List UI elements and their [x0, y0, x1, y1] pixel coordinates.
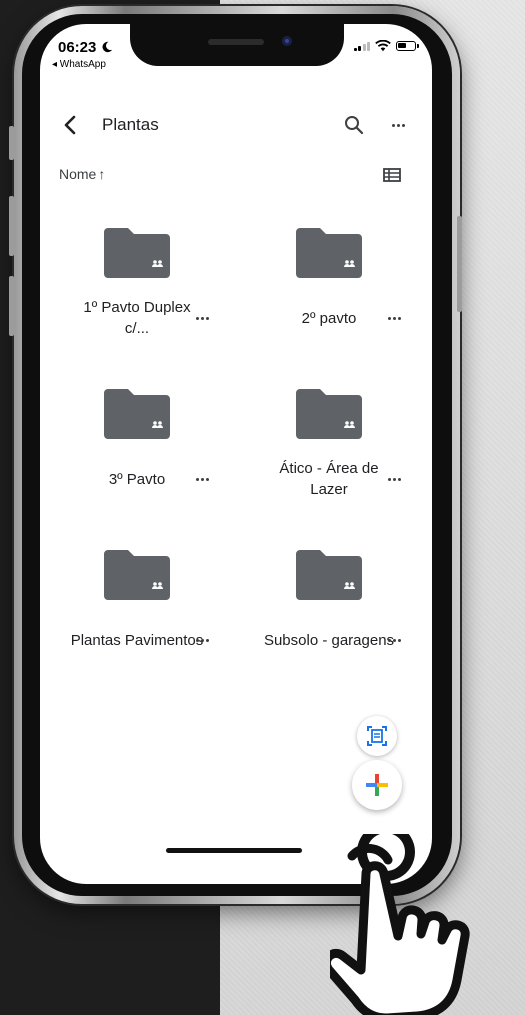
folder-name: 1º Pavto Duplex c/...: [83, 299, 191, 337]
list-view-icon: [383, 168, 401, 182]
folder-more-button[interactable]: [382, 467, 406, 491]
wifi-icon: [375, 40, 391, 52]
sort-by-name-button[interactable]: Nome ↑: [59, 166, 105, 182]
signal-icon: [353, 41, 370, 51]
new-item-button[interactable]: [352, 760, 402, 810]
chevron-left-icon: [64, 115, 76, 135]
sort-bar: Nome ↑: [40, 162, 432, 188]
shared-folder-icon: [296, 228, 362, 278]
back-to-app-link[interactable]: ◂ WhatsApp: [52, 59, 106, 70]
shared-folder-icon: [296, 550, 362, 600]
folder-item[interactable]: Subsolo - garagens: [232, 536, 428, 698]
tap-hand-icon: [330, 834, 470, 1015]
more-options-button[interactable]: [386, 113, 410, 137]
status-indicators: [353, 40, 419, 52]
plus-icon: [366, 774, 388, 796]
shared-folder-icon: [104, 228, 170, 278]
scan-document-button[interactable]: [357, 716, 397, 756]
shared-folder-icon: [296, 389, 362, 439]
search-icon: [345, 116, 364, 135]
speaker-grille: [208, 39, 264, 45]
more-icon-dot: [401, 123, 405, 127]
notch: [130, 24, 344, 66]
folder-item[interactable]: 1º Pavto Duplex c/...: [40, 214, 236, 376]
folder-more-button[interactable]: [382, 306, 406, 330]
folder-more-button[interactable]: [190, 628, 214, 652]
home-indicator[interactable]: [166, 848, 302, 853]
search-button[interactable]: [342, 113, 366, 137]
folder-item[interactable]: Ático - Área de Lazer: [232, 375, 428, 537]
phone-side-button-volume-down: [9, 276, 14, 336]
phone-side-button-silent: [9, 126, 14, 160]
battery-icon: [396, 41, 419, 51]
phone-side-button-power: [457, 216, 462, 312]
front-camera: [282, 36, 292, 46]
folder-name: Subsolo - garagens: [263, 631, 395, 649]
sort-label: Nome: [59, 166, 97, 182]
folder-item[interactable]: Plantas Pavimentos: [40, 536, 236, 698]
folder-more-button[interactable]: [382, 628, 406, 652]
document-scanner-icon: [367, 726, 387, 746]
phone-screen: 06:23 ◂ WhatsApp Plantas Nome ↑ 1º Pavto…: [40, 24, 432, 884]
folder-item[interactable]: 2º pavto: [232, 214, 428, 376]
back-button[interactable]: [58, 112, 84, 138]
shared-folder-icon: [104, 550, 170, 600]
shared-folder-icon: [104, 389, 170, 439]
phone-side-button-volume-up: [9, 196, 14, 256]
app-bar: Plantas: [40, 100, 432, 150]
more-icon-dot: [396, 123, 400, 127]
moon-icon: [102, 41, 112, 53]
status-time: 06:23: [58, 39, 113, 56]
folder-more-button[interactable]: [190, 306, 214, 330]
folder-name: 3º Pavto: [108, 470, 166, 488]
page-title: Plantas: [102, 115, 159, 134]
list-view-toggle[interactable]: [382, 166, 402, 184]
sort-direction-icon: ↑: [98, 166, 106, 182]
folder-item[interactable]: 3º Pavto: [40, 375, 236, 537]
folder-more-button[interactable]: [190, 467, 214, 491]
folder-name: Ático - Área de Lazer: [279, 460, 379, 498]
folder-name: 2º pavto: [301, 309, 357, 327]
folder-name: Plantas Pavimentos: [70, 631, 204, 649]
more-icon-dot: [391, 123, 395, 127]
